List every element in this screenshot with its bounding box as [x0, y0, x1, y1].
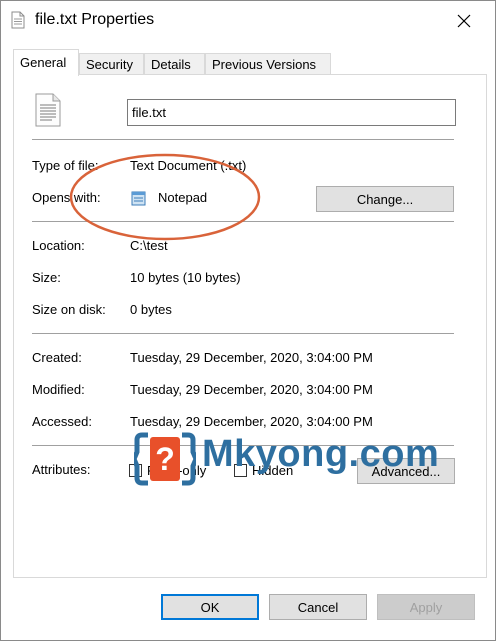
- modified-label: Modified:: [32, 382, 85, 397]
- modified-value: Tuesday, 29 December, 2020, 3:04:00 PM: [130, 382, 373, 397]
- general-panel: Type of file: Text Document (.txt) Opens…: [13, 74, 487, 578]
- text-file-icon: [35, 93, 61, 127]
- created-value: Tuesday, 29 December, 2020, 3:04:00 PM: [130, 350, 373, 365]
- title-bar: file.txt Properties: [1, 1, 497, 41]
- close-icon: [457, 14, 471, 28]
- tab-previous-versions[interactable]: Previous Versions: [205, 53, 331, 75]
- accessed-value: Tuesday, 29 December, 2020, 3:04:00 PM: [130, 414, 373, 429]
- watermark-text: Mkyong.com: [202, 433, 440, 475]
- created-label: Created:: [32, 350, 82, 365]
- tab-general[interactable]: General: [13, 49, 79, 76]
- size-on-disk-label: Size on disk:: [32, 302, 106, 317]
- attributes-label: Attributes:: [32, 462, 91, 477]
- properties-dialog: file.txt Properties General Security Det…: [0, 0, 496, 641]
- file-name-input[interactable]: [127, 99, 456, 126]
- text-file-icon: [11, 11, 25, 29]
- tab-details[interactable]: Details: [144, 53, 205, 75]
- change-button[interactable]: Change...: [316, 186, 454, 212]
- annotation-ellipse: [69, 153, 261, 241]
- apply-button[interactable]: Apply: [377, 594, 475, 620]
- close-button[interactable]: [441, 5, 487, 37]
- separator: [32, 333, 454, 334]
- ok-button[interactable]: OK: [161, 594, 259, 620]
- cancel-button[interactable]: Cancel: [269, 594, 367, 620]
- tab-security[interactable]: Security: [79, 53, 144, 75]
- question-mark-icon: ?: [134, 432, 196, 486]
- watermark: ? Mkyong.com: [126, 429, 456, 489]
- size-on-disk-value: 0 bytes: [130, 302, 172, 317]
- size-label: Size:: [32, 270, 61, 285]
- svg-text:?: ?: [155, 441, 175, 477]
- window-title: file.txt Properties: [35, 11, 155, 28]
- size-value: 10 bytes (10 bytes): [130, 270, 241, 285]
- separator: [32, 139, 454, 140]
- accessed-label: Accessed:: [32, 414, 92, 429]
